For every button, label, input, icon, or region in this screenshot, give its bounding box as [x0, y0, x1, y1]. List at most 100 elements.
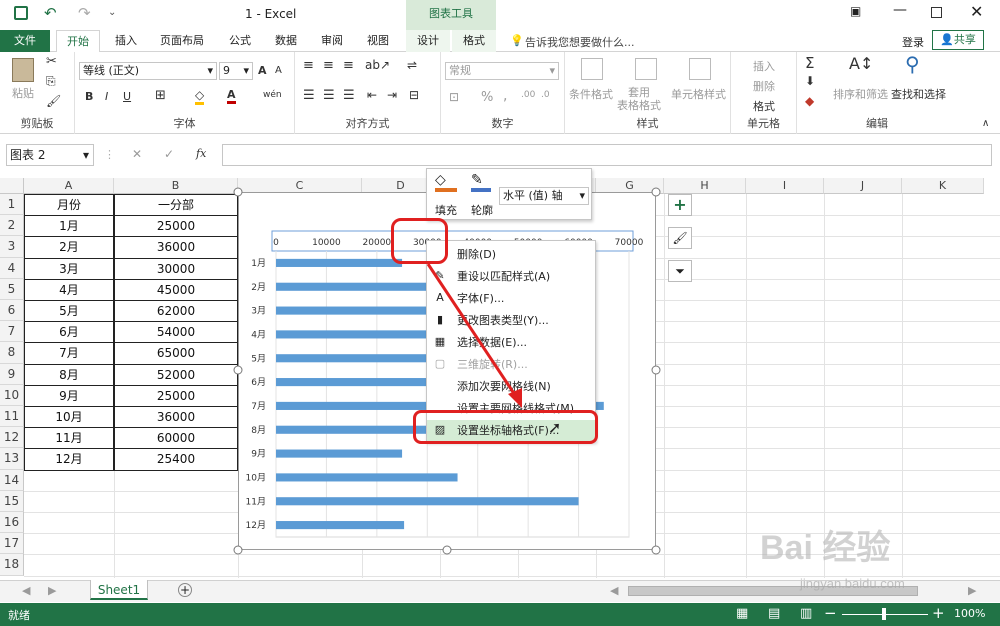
shrink-font-button[interactable]: A [275, 65, 282, 76]
cell-value[interactable]: 65000 [114, 342, 238, 365]
row-header-8[interactable]: 8 [0, 342, 24, 364]
cell-value[interactable]: 45000 [114, 278, 238, 301]
row-header-16[interactable]: 16 [0, 512, 24, 534]
fill-label[interactable]: 填充 [435, 202, 457, 218]
format-as-table-label[interactable]: 套用 表格格式 [617, 86, 661, 112]
sheet-tab-sheet1[interactable]: Sheet1 [90, 580, 148, 600]
align-top-icon[interactable]: ≡ [303, 58, 314, 73]
cell-month[interactable]: 10月 [24, 406, 114, 429]
zoom-out-icon[interactable]: − [824, 604, 837, 622]
tab-page-layout[interactable]: 页面布局 [152, 30, 212, 52]
paste-icon[interactable] [12, 58, 34, 82]
normal-view-icon[interactable]: ▦ [736, 606, 748, 621]
tab-view[interactable]: 视图 [356, 30, 400, 52]
chart-styles-button[interactable]: 🖌 [668, 227, 692, 249]
cell-value[interactable]: 62000 [114, 300, 238, 323]
tell-me-input[interactable]: 告诉我您想要做什么... [525, 34, 635, 50]
cell-month[interactable]: 4月 [24, 278, 114, 301]
increase-decimal-icon[interactable]: .00 [521, 90, 535, 100]
sort-filter-label[interactable]: 排序和筛选 [833, 86, 888, 102]
row-header-1[interactable]: 1 [0, 194, 24, 216]
cancel-entry-icon[interactable]: ✕ [132, 147, 142, 161]
undo-icon[interactable]: ↶ [44, 4, 57, 22]
ribbon-options-icon[interactable]: ▣ [850, 4, 861, 18]
find-select-label[interactable]: 查找和选择 [891, 86, 946, 102]
underline-button[interactable]: U [123, 90, 131, 103]
page-break-view-icon[interactable]: ▥ [800, 606, 812, 621]
row-header-14[interactable]: 14 [0, 469, 24, 491]
row-header-6[interactable]: 6 [0, 300, 24, 322]
column-header-A[interactable]: A [24, 178, 114, 194]
context-menu-item[interactable]: ▮ 更改图表类型(Y)... [427, 310, 597, 331]
grow-font-button[interactable]: A [258, 64, 267, 77]
cell-month[interactable]: 8月 [24, 363, 114, 386]
chart-elements-button[interactable]: + [668, 194, 692, 216]
indent-increase-icon[interactable]: ⇥ [387, 88, 397, 102]
context-menu-item[interactable]: ✎ 重设以匹配样式(A) [427, 266, 597, 287]
row-header-5[interactable]: 5 [0, 278, 24, 300]
zoom-in-icon[interactable]: + [932, 604, 945, 622]
indent-decrease-icon[interactable]: ⇤ [367, 88, 377, 102]
outline-pen-icon[interactable]: ✎ [471, 172, 491, 192]
column-header-J[interactable]: J [824, 178, 902, 194]
column-header-K[interactable]: K [902, 178, 984, 194]
tab-formulas[interactable]: 公式 [218, 30, 262, 52]
align-middle-icon[interactable]: ≡ [323, 58, 334, 73]
redo-icon[interactable]: ↷ [78, 4, 91, 22]
share-button[interactable]: 👤共享 [932, 30, 984, 50]
decrease-decimal-icon[interactable]: .0 [541, 90, 550, 100]
new-sheet-icon[interactable]: + [178, 583, 192, 597]
column-header-H[interactable]: H [664, 178, 746, 194]
align-right-icon[interactable]: ☰ [343, 88, 355, 103]
row-header-9[interactable]: 9 [0, 363, 24, 385]
tab-review[interactable]: 审阅 [310, 30, 354, 52]
scroll-next-sheet-icon[interactable]: ▶ [48, 584, 56, 597]
comma-button[interactable]: , [503, 88, 507, 104]
cell-value[interactable]: 54000 [114, 321, 238, 344]
delete-cells-button[interactable]: 删除 [753, 78, 775, 94]
format-painter-icon[interactable]: 🖌 [46, 94, 61, 108]
italic-button[interactable]: I [105, 90, 108, 103]
row-header-15[interactable]: 15 [0, 490, 24, 512]
cell-value[interactable]: 25000 [114, 215, 238, 238]
row-header-7[interactable]: 7 [0, 321, 24, 343]
fill-color-icon[interactable]: ◇ [195, 88, 205, 105]
context-menu-item[interactable]: ▦ 选择数据(E)... [427, 332, 597, 353]
row-header-13[interactable]: 13 [0, 448, 24, 470]
cell-value[interactable]: 30000 [114, 257, 238, 280]
format-as-table-icon[interactable] [635, 58, 657, 80]
merge-center-icon[interactable]: ⊟ [409, 88, 419, 102]
font-name-combo[interactable]: 等线 (正文) ▾ [79, 62, 217, 80]
select-all-corner[interactable] [0, 178, 24, 194]
minimize-icon[interactable]: — [893, 2, 907, 18]
chart-element-selector[interactable]: 水平 (值) 轴 ▾ [499, 187, 589, 205]
align-center-icon[interactable]: ☰ [323, 88, 335, 103]
tab-design[interactable]: 设计 [406, 30, 450, 52]
context-menu-item[interactable]: A 字体(F)... [427, 288, 597, 309]
tab-format[interactable]: 格式 [452, 30, 496, 52]
cell-month[interactable]: 5月 [24, 300, 114, 323]
cell-value[interactable]: 25400 [114, 448, 238, 471]
cell-month[interactable]: 1月 [24, 215, 114, 238]
cell-value[interactable]: 52000 [114, 363, 238, 386]
row-header-17[interactable]: 17 [0, 533, 24, 555]
conditional-format-icon[interactable] [581, 58, 603, 80]
fill-icon[interactable]: ⬇ [805, 74, 815, 88]
format-cells-button[interactable]: 格式 [753, 98, 775, 114]
context-menu-item[interactable]: 添加次要网格线(N) [427, 376, 597, 397]
row-header-3[interactable]: 3 [0, 236, 24, 258]
maximize-icon[interactable] [931, 7, 942, 18]
border-icon[interactable]: ⊞ [155, 88, 166, 103]
cell-styles-icon[interactable] [689, 58, 711, 80]
cell-month[interactable]: 7月 [24, 342, 114, 365]
chart-filters-button[interactable]: ⏷ [668, 260, 692, 282]
cell-month[interactable]: 12月 [24, 448, 114, 471]
row-header-4[interactable]: 4 [0, 257, 24, 279]
font-color-button[interactable]: A [227, 88, 236, 104]
collapse-ribbon-icon[interactable]: ∧ [982, 118, 989, 129]
save-icon[interactable] [14, 6, 28, 20]
tab-insert[interactable]: 插入 [104, 30, 148, 52]
page-layout-view-icon[interactable]: ▤ [768, 606, 780, 621]
login-link[interactable]: 登录 [902, 34, 924, 50]
column-header-I[interactable]: I [746, 178, 824, 194]
